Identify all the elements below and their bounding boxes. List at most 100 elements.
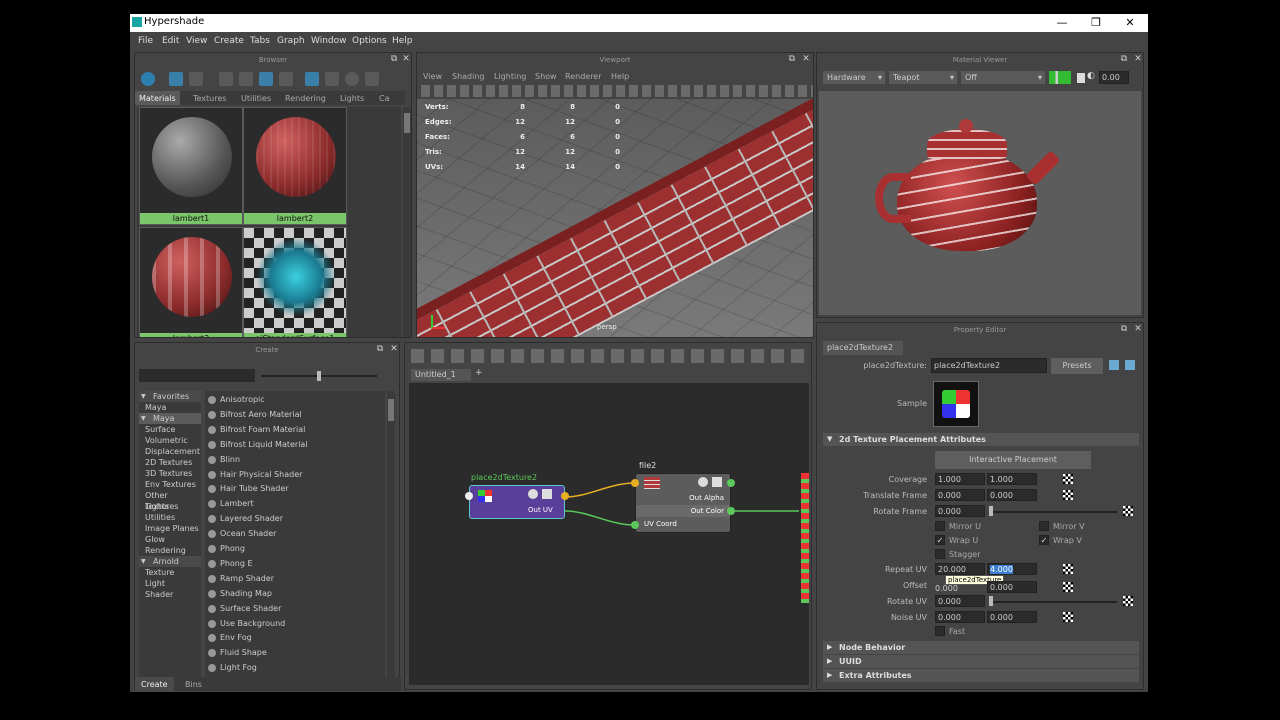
tab-create[interactable]: Create: [135, 677, 174, 691]
attributes-icon[interactable]: [542, 489, 552, 499]
noise-u-field[interactable]: 0.000: [935, 611, 985, 623]
map-button-icon[interactable]: [1063, 474, 1073, 484]
swatch-lambert3[interactable]: lambert3: [139, 227, 243, 337]
map-button-icon[interactable]: [1063, 582, 1073, 592]
category-item[interactable]: Shader: [139, 589, 201, 600]
menu-edit[interactable]: Edit: [162, 36, 179, 46]
fast-checkbox[interactable]: [935, 626, 945, 636]
vp-menu-show[interactable]: Show: [535, 72, 557, 81]
category-item[interactable]: ▼ Maya: [139, 413, 201, 424]
search-input[interactable]: [139, 369, 255, 382]
list-view-icon[interactable]: [189, 72, 203, 86]
output-port[interactable]: [727, 479, 735, 487]
node-type-item[interactable]: Hair Physical Shader: [205, 468, 385, 482]
xlarge-icon[interactable]: [279, 72, 293, 86]
node-type-item[interactable]: Env Fog: [205, 631, 385, 645]
map-button-icon[interactable]: [1123, 506, 1133, 516]
mirror-u-checkbox[interactable]: [935, 521, 945, 531]
category-item[interactable]: Other Textures: [139, 490, 201, 511]
viewport-scene[interactable]: Verts: 8 8 0 Edges: 12 12 0 Faces: 6 6 0 Tris: 12 1…: [417, 99, 813, 337]
float-icon[interactable]: ⧉: [1119, 324, 1129, 335]
input-port[interactable]: [631, 521, 639, 529]
float-icon[interactable]: ⧉: [389, 54, 399, 65]
port-out-alpha[interactable]: Out Alpha: [689, 494, 724, 502]
category-item[interactable]: 3D Textures: [139, 468, 201, 479]
add-tab-button[interactable]: +: [475, 368, 483, 378]
node-type-item[interactable]: Fluid Shape: [205, 646, 385, 660]
category-item[interactable]: Utilities: [139, 512, 201, 523]
offscreen-node-edge[interactable]: [801, 473, 809, 603]
menu-options[interactable]: Options: [352, 36, 387, 46]
node-type-item[interactable]: Bifrost Foam Material: [205, 423, 385, 437]
menu-view[interactable]: View: [186, 36, 207, 46]
swatch-aistandardsurface1[interactable]: aiStandardSurface1: [243, 227, 347, 337]
menu-create[interactable]: Create: [214, 36, 244, 46]
exposure-field[interactable]: 0.00: [1099, 71, 1129, 84]
node-type-item[interactable]: Ocean Shader: [205, 527, 385, 541]
repeat-u-field[interactable]: 20.000: [935, 563, 985, 575]
port-uv-coord[interactable]: UV Coord: [644, 520, 677, 528]
coverage-v-field[interactable]: 1.000: [987, 473, 1037, 485]
rotate-uv-field[interactable]: 0.000: [935, 595, 985, 607]
node-type-item[interactable]: Phong E: [205, 557, 385, 571]
viewport-toolbar[interactable]: [421, 85, 813, 97]
section-extra-attributes[interactable]: ▶ Extra Attributes: [823, 669, 1139, 682]
coverage-u-field[interactable]: 1.000: [935, 473, 985, 485]
close-icon[interactable]: ✕: [1133, 54, 1143, 65]
graph-canvas[interactable]: place2dTexture2 Out UV file2 Out Alpha O…: [409, 383, 809, 685]
node-tab[interactable]: place2dTexture2: [823, 341, 903, 355]
node-type-item[interactable]: Anisotropic: [205, 393, 385, 407]
file-node[interactable]: Out Alpha Out Color UV Coord: [635, 473, 731, 533]
node-type-item[interactable]: Blinn: [205, 453, 385, 467]
section-placement[interactable]: ▼ 2d Texture Placement Attributes: [823, 433, 1139, 446]
vp-menu-lighting[interactable]: Lighting: [494, 72, 526, 81]
node-type-item[interactable]: Surface Shader: [205, 602, 385, 616]
tab-materials[interactable]: Materials: [135, 91, 180, 105]
category-item[interactable]: Light: [139, 578, 201, 589]
swatch-toggle-icon[interactable]: [528, 489, 538, 499]
output-port[interactable]: [727, 507, 735, 515]
large-icon[interactable]: [259, 72, 273, 86]
node-type-item[interactable]: Use Background: [205, 617, 385, 631]
port-out-uv[interactable]: Out UV: [528, 506, 553, 514]
swatch-lambert1[interactable]: lambert1: [139, 107, 243, 225]
menu-help[interactable]: Help: [392, 36, 413, 46]
category-item[interactable]: Rendering: [139, 545, 201, 556]
sort-icon[interactable]: [305, 72, 319, 86]
graph-tab-untitled[interactable]: Untitled_1: [411, 369, 471, 381]
category-item[interactable]: Glow: [139, 534, 201, 545]
toggle-icon[interactable]: [141, 72, 155, 86]
category-item[interactable]: Image Planes: [139, 523, 201, 534]
rotate-frame-field[interactable]: 0.000: [935, 505, 985, 517]
input-port[interactable]: [631, 479, 639, 487]
category-item[interactable]: ▼ Arnold: [139, 556, 201, 567]
swatch-toggle-icon[interactable]: [698, 477, 708, 487]
minimize-button[interactable]: —: [1044, 14, 1080, 32]
renderer-dropdown[interactable]: Hardware ▾: [823, 71, 885, 84]
scroll-thumb[interactable]: [388, 399, 394, 421]
tab-rendering[interactable]: Rendering: [285, 94, 326, 103]
category-item[interactable]: Maya: [139, 402, 201, 413]
node-type-item[interactable]: Layered Shader: [205, 512, 385, 526]
close-icon[interactable]: ✕: [389, 344, 399, 355]
vp-menu-shading[interactable]: Shading: [452, 72, 485, 81]
tab-utilities[interactable]: Utilities: [241, 94, 271, 103]
map-button-icon[interactable]: [1123, 596, 1133, 606]
presets-button[interactable]: Presets: [1051, 358, 1103, 374]
rotate-uv-slider[interactable]: [989, 601, 1117, 603]
float-icon[interactable]: ⧉: [1119, 54, 1129, 65]
map-button-icon[interactable]: [1063, 490, 1073, 500]
offset-u-value[interactable]: 0.000: [935, 584, 958, 593]
vp-menu-help[interactable]: Help: [611, 72, 629, 81]
scroll-thumb[interactable]: [404, 113, 410, 133]
rotate-frame-slider[interactable]: [989, 511, 1117, 513]
pause-icon[interactable]: [1077, 73, 1085, 83]
map-button-icon[interactable]: [1063, 612, 1073, 622]
small-icon[interactable]: [219, 72, 233, 86]
offset-v-field[interactable]: 0.000: [987, 581, 1037, 593]
refresh-icon[interactable]: [345, 72, 359, 86]
close-icon[interactable]: ✕: [401, 54, 411, 65]
repeat-v-field[interactable]: 4.000: [987, 563, 1037, 575]
graph-toolbar[interactable]: [411, 349, 811, 363]
float-icon[interactable]: ⧉: [787, 54, 797, 65]
